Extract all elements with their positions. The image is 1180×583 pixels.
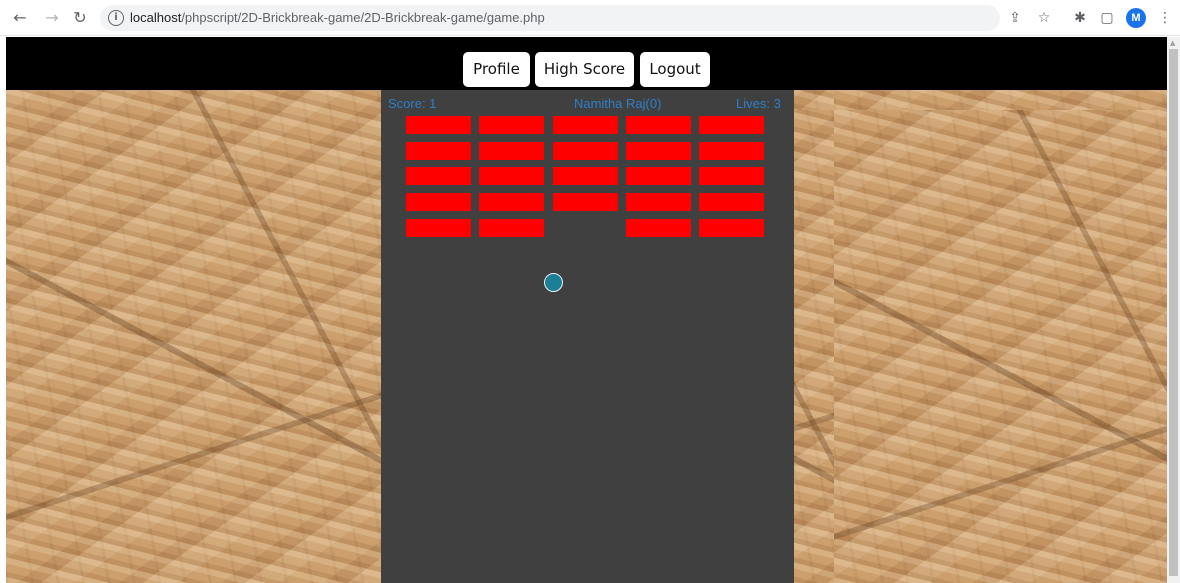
brick [699,116,765,134]
high-score-button[interactable]: High Score [535,52,634,87]
scrollbar-thumb[interactable] [1169,49,1178,576]
url-text[interactable]: localhost/phpscript/2D-Brickbreak-game/2… [130,10,545,25]
brick [479,193,545,212]
logout-button[interactable]: Logout [640,52,710,87]
avatar[interactable]: M [1126,8,1146,28]
brick [552,141,618,160]
brick [406,218,471,237]
brick [406,193,471,212]
browser-toolbar: ← → ↻ i localhost/phpscript/2D-Brickbrea… [0,0,1180,36]
info-icon[interactable]: i [108,10,124,26]
profile-button[interactable]: Profile [463,52,530,87]
wood-background-right [794,90,1167,583]
puzzle-icon[interactable]: ✱ [1070,8,1090,28]
brick [406,141,471,160]
top-nav-bar: Profile High Score Logout [6,37,1167,90]
page-scrollbar[interactable]: ▲ [1167,37,1180,583]
reload-icon[interactable]: ↻ [70,8,90,28]
brick [479,141,545,160]
brick [699,141,765,160]
score-display: Score: 1 [388,96,437,111]
scroll-up-icon[interactable]: ▲ [1170,39,1175,47]
brick [699,167,765,186]
address-bar[interactable]: i localhost/phpscript/2D-Brickbreak-game… [100,5,1000,31]
game-page: Profile High Score Logout Score: 1 Namit… [6,37,1167,583]
player-name-display: Namitha Raj(0) [574,96,662,111]
wood-background-left [6,90,381,583]
brick [625,193,691,212]
brick [479,218,545,237]
brick [625,218,691,237]
lives-display: Lives: 3 [736,96,781,111]
brick [625,141,691,160]
brick [552,116,618,134]
brick [625,167,691,186]
brick [625,116,691,134]
brick [552,193,618,212]
brick [699,218,765,237]
brick [406,167,471,186]
brick [479,167,545,186]
url-path: /phpscript/2D-Brickbreak-game/2D-Brickbr… [181,10,545,25]
brick [699,193,765,212]
brick [406,116,471,134]
url-host: localhost [130,10,182,25]
ball [544,273,563,292]
share-icon[interactable]: ⇪ [1005,8,1025,28]
back-arrow-icon[interactable]: ← [10,8,30,28]
star-icon[interactable]: ☆ [1034,8,1054,28]
brick [479,116,545,134]
kebab-menu-icon[interactable]: ⋮ [1155,8,1175,28]
side-panel-icon[interactable]: ▢ [1097,8,1117,28]
game-canvas[interactable]: Score: 1 Namitha Raj(0) Lives: 3 [381,90,794,583]
forward-arrow-icon[interactable]: → [42,8,62,28]
brick [552,167,618,186]
